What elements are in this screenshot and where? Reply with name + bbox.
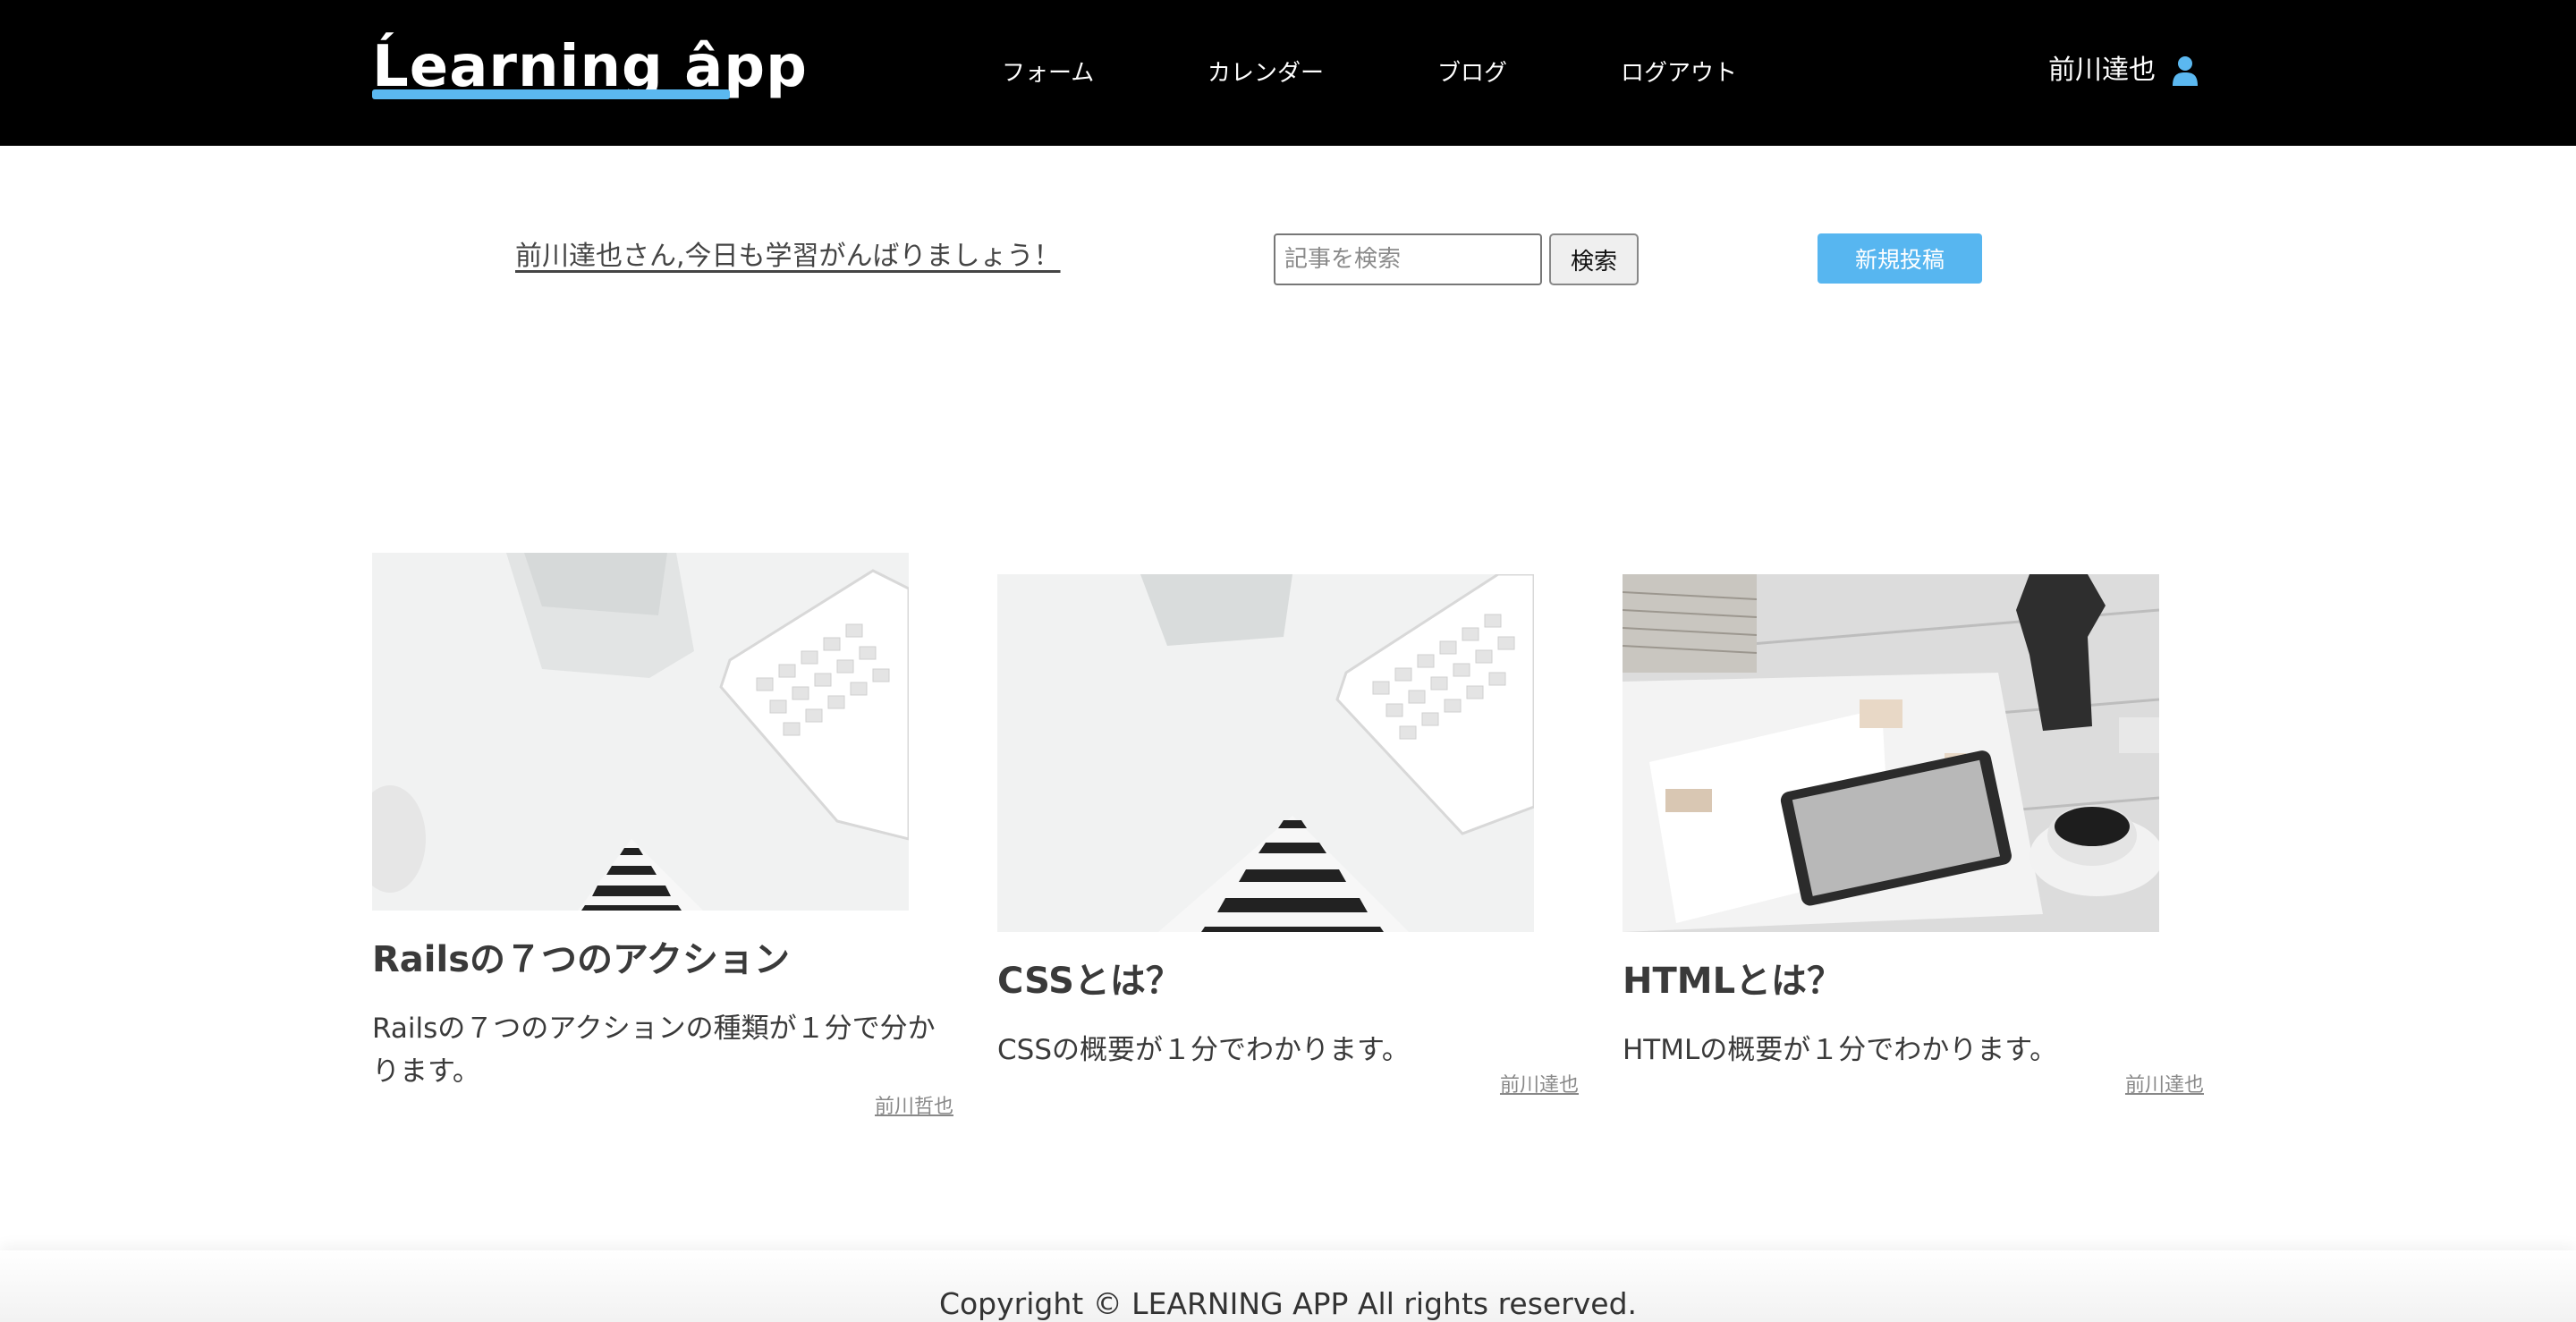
nav-link-blog[interactable]: ブログ [1437,59,1507,88]
post-title[interactable]: Railsの７つのアクション [372,937,953,982]
post-card[interactable]: CSSとは？ CSSの概要が１分でわかります。 前川達也 [997,574,1579,1111]
search-button[interactable]: 検索 [1549,233,1639,285]
post-thumbnail[interactable] [1623,574,2159,932]
post-title[interactable]: CSSとは？ [997,959,1579,1004]
post-card[interactable]: Railsの７つのアクション Railsの７つのアクションの種類が１分で分かりま… [372,553,953,1125]
post-title[interactable]: HTMLとは？ [1623,959,2204,1004]
logo-underline [372,89,730,99]
greeting-text[interactable]: 前川達也さん,今日も学習がんばりましょう！ [515,240,1061,274]
post-author-link[interactable]: 前川達也 [2125,1073,2204,1098]
post-excerpt: HTMLの概要が１分でわかります。 [1623,1034,2058,1066]
post-author-link[interactable]: 前川達也 [1500,1073,1579,1098]
nav-link-logout[interactable]: ログアウト [1621,59,1737,88]
post-excerpt: Railsの７つのアクションの種類が１分で分かります。 [372,1013,936,1088]
copyright-text: Copyright © LEARNING APP All rights rese… [938,1286,1638,1321]
user-name[interactable]: 前川達也 [2048,54,2156,88]
nav-link-form[interactable]: フォーム [1002,59,1094,88]
post-thumbnail[interactable] [372,553,909,911]
post-excerpt: CSSの概要が１分でわかります。 [997,1034,1410,1066]
post-card[interactable]: HTMLとは？ HTMLの概要が１分でわかります。 前川達也 [1623,574,2204,1111]
site-header: Ĺearning âpp フォーム カレンダー ブログ ログアウト 前川達也 [0,0,2576,146]
post-author-link[interactable]: 前川哲也 [875,1095,953,1120]
post-thumbnail[interactable] [997,574,1534,932]
nav-link-calendar[interactable]: カレンダー [1208,59,1324,88]
new-post-button[interactable]: 新規投稿 [1818,233,1982,284]
user-icon[interactable] [2172,55,2199,86]
search-input[interactable] [1274,233,1542,285]
